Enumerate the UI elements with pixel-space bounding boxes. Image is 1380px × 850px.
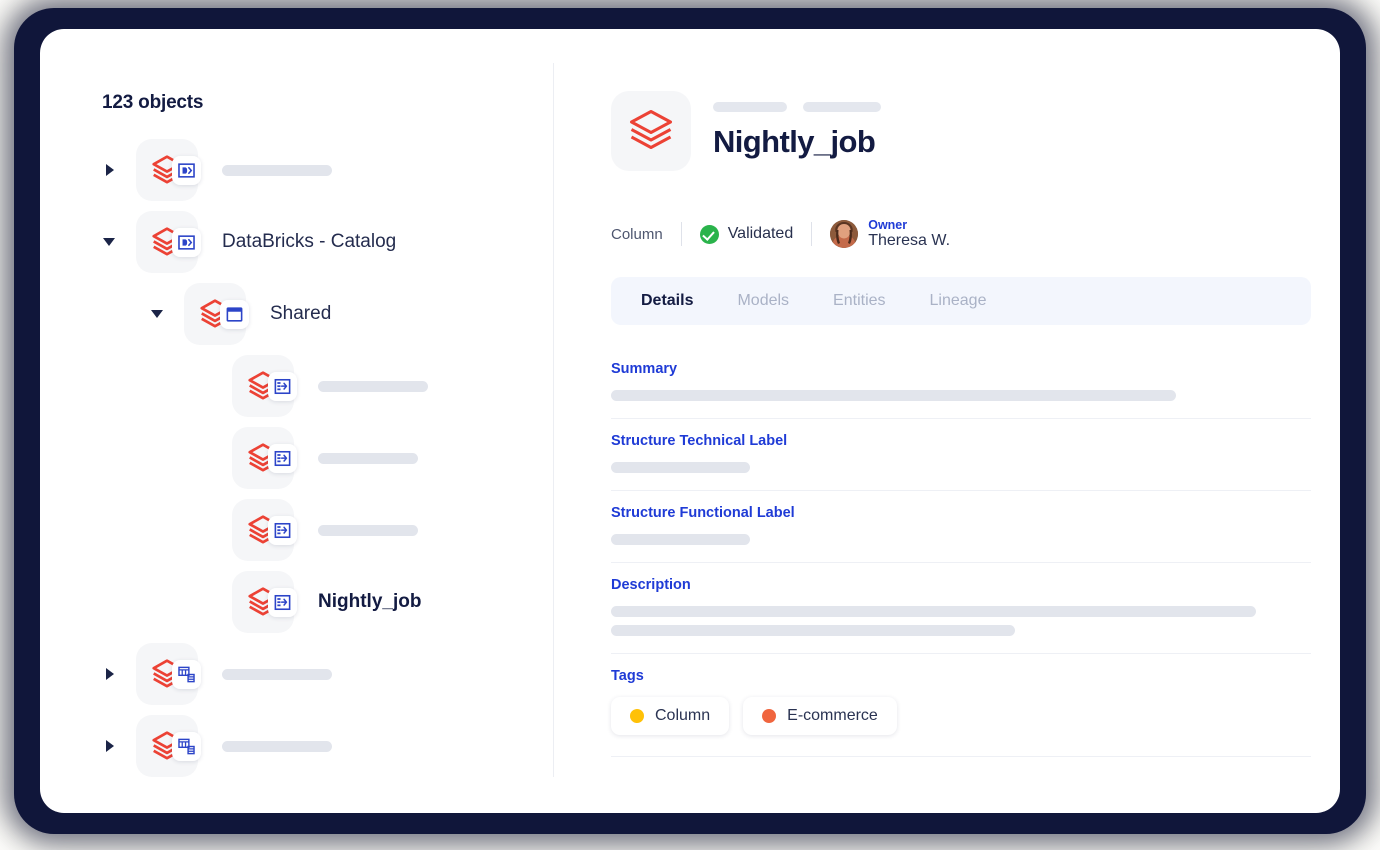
table-badge-icon bbox=[220, 300, 249, 329]
entity-detail-panel: Nightly_job Column Validated bbox=[585, 29, 1340, 813]
owner-label: Owner bbox=[868, 218, 950, 232]
section-title: Tags bbox=[611, 668, 1311, 684]
column-badge-icon bbox=[268, 444, 297, 473]
section-value-placeholder bbox=[611, 534, 750, 545]
tab-models[interactable]: Models bbox=[737, 292, 789, 310]
tree-item-shared[interactable]: Shared bbox=[40, 278, 553, 350]
section-value-placeholder bbox=[611, 606, 1256, 617]
meta-separator-2 bbox=[811, 222, 812, 246]
objects-count-label: 123 objects bbox=[102, 92, 203, 114]
detail-tabs: Details Models Entities Lineage bbox=[611, 277, 1311, 325]
tree-caret-spacer bbox=[198, 378, 214, 394]
tree-item-icon-group bbox=[232, 355, 294, 417]
section-tags: Tags Column E-commerce bbox=[611, 653, 1311, 752]
tree-caret-spacer bbox=[198, 450, 214, 466]
tree-item-nightly-job[interactable]: Nightly_job bbox=[40, 566, 553, 638]
detail-sections: Summary Structure Technical Label Structur… bbox=[611, 347, 1311, 757]
status-label: Validated bbox=[728, 225, 794, 243]
tab-lineage[interactable]: Lineage bbox=[930, 292, 987, 310]
check-circle-icon bbox=[700, 225, 719, 244]
section-value-placeholder bbox=[611, 625, 1015, 636]
section-title: Description bbox=[611, 577, 1311, 593]
chevron-down-icon[interactable] bbox=[150, 306, 166, 322]
tree-item-label-placeholder bbox=[222, 669, 332, 680]
tag-label: E-commerce bbox=[787, 707, 878, 725]
breadcrumb bbox=[713, 102, 881, 112]
tag-label: Column bbox=[655, 707, 710, 725]
grid-table-badge-icon bbox=[172, 660, 201, 689]
tree-item-icon-group bbox=[136, 715, 198, 777]
section-divider bbox=[611, 756, 1311, 757]
meta-separator-1 bbox=[681, 222, 682, 246]
chevron-right-icon[interactable] bbox=[102, 666, 118, 682]
section-summary: Summary bbox=[611, 347, 1311, 418]
tree-item-icon-group bbox=[136, 139, 198, 201]
column-badge-icon bbox=[268, 372, 297, 401]
tree-item-label-placeholder bbox=[318, 525, 418, 536]
status-badge: Validated bbox=[700, 225, 794, 244]
panel-divider bbox=[553, 63, 554, 777]
tree-item-5[interactable] bbox=[40, 422, 553, 494]
tree-item-label: Nightly_job bbox=[318, 591, 421, 613]
tree-item-label-placeholder bbox=[222, 741, 332, 752]
column-badge-icon bbox=[268, 516, 297, 545]
entity-header: Nightly_job bbox=[611, 91, 1311, 173]
column-badge-icon bbox=[268, 588, 297, 617]
section-value-placeholder bbox=[611, 390, 1176, 401]
tree-item-icon-group bbox=[232, 571, 294, 633]
section-value-placeholder bbox=[611, 462, 750, 473]
entity-meta-row: Column Validated bbox=[611, 219, 950, 249]
tag-chip-e-commerce[interactable]: E-commerce bbox=[743, 697, 897, 735]
section-description: Description bbox=[611, 562, 1311, 653]
tree-item-icon-group bbox=[136, 211, 198, 273]
app-window: 123 objects DataBricks - Catalog Shared Ni… bbox=[40, 29, 1340, 813]
tag-color-dot bbox=[630, 709, 644, 723]
section-title: Structure Functional Label bbox=[611, 505, 1311, 521]
tree-item-label-placeholder bbox=[318, 381, 428, 392]
avatar bbox=[830, 220, 858, 248]
databricks-logo-icon bbox=[611, 91, 691, 171]
tree-item-icon-group bbox=[184, 283, 246, 345]
entity-type-label: Column bbox=[611, 226, 663, 243]
tree-item-1[interactable] bbox=[40, 134, 553, 206]
owner-name: Theresa W. bbox=[868, 232, 950, 250]
app-window-frame: 123 objects DataBricks - Catalog Shared Ni… bbox=[14, 8, 1366, 834]
tree-item-9[interactable] bbox=[40, 710, 553, 782]
tree-item-8[interactable] bbox=[40, 638, 553, 710]
grid-table-badge-icon bbox=[172, 732, 201, 761]
tag-chip-column[interactable]: Column bbox=[611, 697, 729, 735]
owner-block[interactable]: Owner Theresa W. bbox=[830, 218, 950, 251]
tree-caret-spacer bbox=[198, 594, 214, 610]
section-title: Structure Technical Label bbox=[611, 433, 1311, 449]
tree-item-icon-group bbox=[136, 643, 198, 705]
tree-item-label: DataBricks - Catalog bbox=[222, 231, 396, 253]
tag-color-dot bbox=[762, 709, 776, 723]
section-structure-functional-label: Structure Functional Label bbox=[611, 490, 1311, 562]
object-tree-panel: 123 objects DataBricks - Catalog Shared Ni… bbox=[40, 29, 553, 813]
chevron-right-icon[interactable] bbox=[102, 162, 118, 178]
chevron-down-icon[interactable] bbox=[102, 234, 118, 250]
tree-item-icon-group bbox=[232, 427, 294, 489]
tab-entities[interactable]: Entities bbox=[833, 292, 885, 310]
tags-row: Column E-commerce bbox=[611, 697, 1311, 735]
tree-item-label-placeholder bbox=[222, 165, 332, 176]
tree-item-icon-group bbox=[232, 499, 294, 561]
tab-details[interactable]: Details bbox=[641, 292, 693, 310]
tree-item-databricks-catalog[interactable]: DataBricks - Catalog bbox=[40, 206, 553, 278]
tree-item-label-placeholder bbox=[318, 453, 418, 464]
tree-item-6[interactable] bbox=[40, 494, 553, 566]
breadcrumb-item-placeholder[interactable] bbox=[713, 102, 787, 112]
database-badge-icon bbox=[172, 156, 201, 185]
tree-item-label: Shared bbox=[270, 303, 331, 325]
chevron-right-icon[interactable] bbox=[102, 738, 118, 754]
page-title: Nightly_job bbox=[713, 124, 875, 160]
section-title: Summary bbox=[611, 361, 1311, 377]
breadcrumb-item-placeholder[interactable] bbox=[803, 102, 881, 112]
database-badge-icon bbox=[172, 228, 201, 257]
object-tree: DataBricks - Catalog Shared Nightly_job bbox=[40, 134, 553, 782]
tree-caret-spacer bbox=[198, 522, 214, 538]
tree-item-4[interactable] bbox=[40, 350, 553, 422]
section-structure-technical-label: Structure Technical Label bbox=[611, 418, 1311, 490]
